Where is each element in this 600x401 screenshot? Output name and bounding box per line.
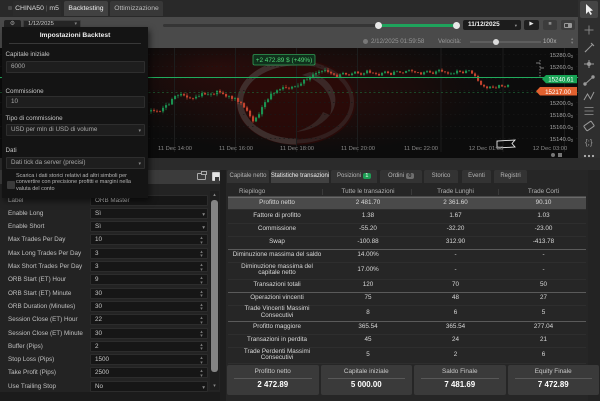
svg-text:15260.00: 15260.00 [550,65,574,71]
svg-text:11 Dec 18:00: 11 Dec 18:00 [280,146,314,152]
svg-text:{;}: {;} [585,138,593,147]
svg-text:11 Dec 14:00: 11 Dec 14:00 [158,146,192,152]
svg-text:12 Dec 01:00: 12 Dec 01:00 [469,146,503,152]
svg-text:15240.61: 15240.61 [548,77,574,84]
svg-text:11 Dec 16:00: 11 Dec 16:00 [219,146,253,152]
svg-text:15160.00: 15160.00 [550,125,574,131]
svg-text:15140.00: 15140.00 [550,137,574,143]
svg-text:15200.00: 15200.00 [550,101,574,107]
svg-text:12 Dec 03:00: 12 Dec 03:00 [533,146,567,152]
svg-text:11 Dec 20:00: 11 Dec 20:00 [341,146,375,152]
svg-text:+2 472.89 $ (+49%): +2 472.89 $ (+49%) [256,57,313,64]
svg-text:15180.00: 15180.00 [550,113,574,119]
svg-text:11 Dec 22:00: 11 Dec 22:00 [404,146,438,152]
svg-text:15280.00: 15280.00 [550,53,574,59]
svg-text:15217.00: 15217.00 [545,89,571,96]
